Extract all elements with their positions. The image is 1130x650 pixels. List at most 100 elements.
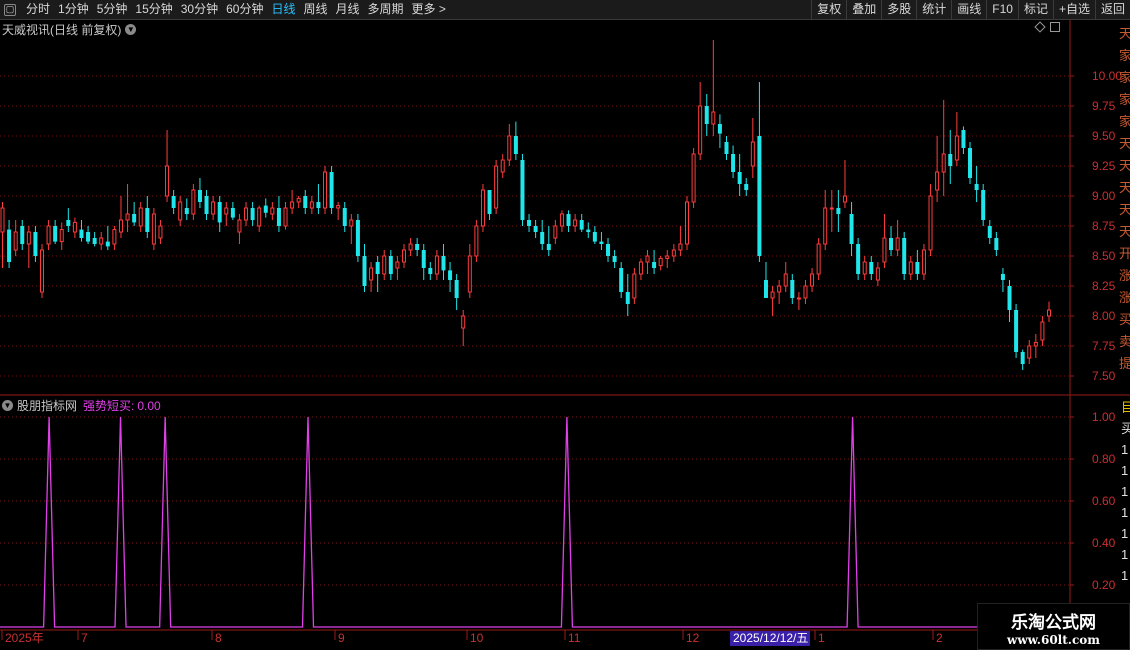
- candle-body-down: [487, 190, 492, 214]
- indicator-tick-label: 0.80: [1092, 452, 1116, 466]
- period-tab-3[interactable]: 15分钟: [131, 0, 176, 19]
- panel-controls: [1034, 21, 1060, 33]
- time-tick-label: 11: [568, 631, 581, 645]
- candle-body-up: [165, 165, 170, 197]
- indicator-side-char: 1: [1121, 526, 1128, 541]
- candle-body-up: [638, 261, 643, 275]
- indicator-dropdown-icon[interactable]: ▼: [2, 400, 13, 411]
- candle-body-up: [921, 249, 926, 275]
- indicator-label: 强势短买:: [83, 399, 135, 413]
- candle-body-up: [191, 189, 196, 215]
- candle-body-up: [336, 205, 341, 209]
- kline-chart: 10.009.759.509.259.008.758.508.258.007.7…: [0, 20, 1130, 650]
- action-button-1[interactable]: 叠加: [846, 0, 881, 19]
- candle-body-down: [533, 226, 538, 232]
- candle-body-down: [566, 214, 571, 226]
- candle-body-down: [1000, 274, 1005, 280]
- window-icon[interactable]: [1050, 22, 1060, 32]
- candle-body-down: [230, 208, 235, 218]
- candle-body-up: [671, 249, 676, 257]
- candle-body-down: [20, 226, 25, 244]
- period-tab-4[interactable]: 30分钟: [177, 0, 222, 19]
- candle-body-up: [112, 229, 117, 245]
- candle-body-down: [599, 241, 604, 244]
- period-tab-5[interactable]: 60分钟: [222, 0, 267, 19]
- candle-body-up: [1033, 341, 1038, 347]
- action-button-3[interactable]: 统计: [916, 0, 951, 19]
- candle-body-up: [678, 243, 683, 251]
- period-tab-1[interactable]: 1分钟: [54, 0, 93, 19]
- candle-body-up: [480, 189, 485, 227]
- candle-body-up: [823, 207, 828, 245]
- period-tab-6[interactable]: 日线: [267, 0, 299, 19]
- candle-body-up: [954, 135, 959, 161]
- layout-icon[interactable]: ▢: [4, 3, 16, 16]
- candle-body-up: [309, 201, 314, 209]
- action-button-2[interactable]: 多股: [881, 0, 916, 19]
- candle-body-up: [26, 231, 31, 245]
- candle-body-down: [86, 232, 91, 242]
- period-tab-7[interactable]: 周线: [299, 0, 331, 19]
- candle-body-up: [138, 207, 143, 227]
- action-buttons: 复权 叠加 多股 统计 画线 F10 标记 +自选 返回: [811, 0, 1130, 19]
- period-tab-10[interactable]: 更多 >: [408, 0, 450, 19]
- period-tab-2[interactable]: 5分钟: [93, 0, 132, 19]
- candle-body-up: [1047, 309, 1051, 317]
- side-label-char: 家: [1119, 114, 1130, 129]
- candle-body-down: [355, 220, 360, 256]
- candle-body-down: [869, 262, 874, 274]
- action-button-8[interactable]: 返回: [1094, 0, 1130, 19]
- period-tab-0[interactable]: 分时: [22, 0, 54, 19]
- candle-body-down: [415, 244, 420, 250]
- candle-body-up: [928, 195, 933, 251]
- candle-body-up: [46, 225, 51, 245]
- price-tick-label: 8.75: [1092, 219, 1116, 233]
- period-tab-8[interactable]: 月线: [332, 0, 364, 19]
- candle-body-up: [461, 315, 466, 329]
- period-tabs: ▢ 分时 1分钟 5分钟 15分钟 30分钟 60分钟 日线 周线 月线 多周期 更多 >: [0, 0, 450, 19]
- action-button-7[interactable]: +自选: [1052, 0, 1095, 19]
- period-tab-9[interactable]: 多周期: [364, 0, 408, 19]
- candle-body-down: [105, 241, 110, 247]
- candle-body-down: [856, 244, 861, 274]
- candle-body-down: [889, 238, 894, 250]
- candle-body-down: [757, 136, 762, 256]
- candle-body-up: [882, 237, 887, 263]
- candle-body-up: [72, 221, 77, 233]
- candle-body-down: [316, 202, 321, 208]
- price-tick-label: 7.50: [1092, 369, 1116, 383]
- candle-body-down: [263, 205, 268, 213]
- indicator-side-char: 1: [1121, 463, 1128, 478]
- candle-body-down: [763, 280, 768, 298]
- candle-body-up: [494, 165, 499, 209]
- time-tick-label: 2: [936, 631, 943, 645]
- candle-body-up: [434, 255, 439, 275]
- candle-body-up: [816, 243, 821, 275]
- candle-body-down: [7, 229, 12, 262]
- candle-body-up: [290, 201, 295, 209]
- side-label-char: 家: [1119, 70, 1130, 85]
- candle-body-down: [513, 136, 518, 154]
- diamond-icon[interactable]: [1034, 21, 1046, 33]
- candle-body-down: [1007, 286, 1012, 310]
- action-button-0[interactable]: 复权: [811, 0, 846, 19]
- stock-title: 天威视讯(日线 前复权): [2, 23, 122, 37]
- candle-body-down: [961, 130, 966, 148]
- action-button-5[interactable]: F10: [986, 0, 1018, 19]
- candle-body-down: [250, 208, 255, 220]
- side-label-char: 卖: [1119, 334, 1130, 349]
- candle-body-down: [619, 268, 624, 292]
- watermark: 乐淘公式网 www.60lt.com: [977, 603, 1130, 650]
- time-tick-label: 1: [818, 631, 825, 645]
- side-label-char: 天: [1119, 26, 1130, 41]
- side-label-char: 开: [1119, 246, 1130, 261]
- candle-body-down: [171, 196, 176, 208]
- side-label-char: 天: [1119, 180, 1130, 195]
- side-label-char: 买: [1119, 312, 1130, 327]
- price-tick-label: 10.00: [1092, 69, 1122, 83]
- action-button-4[interactable]: 画线: [951, 0, 986, 19]
- dropdown-icon[interactable]: ▼: [125, 24, 137, 35]
- candle-body-down: [66, 220, 71, 226]
- candle-body-up: [244, 207, 249, 221]
- action-button-6[interactable]: 标记: [1017, 0, 1053, 19]
